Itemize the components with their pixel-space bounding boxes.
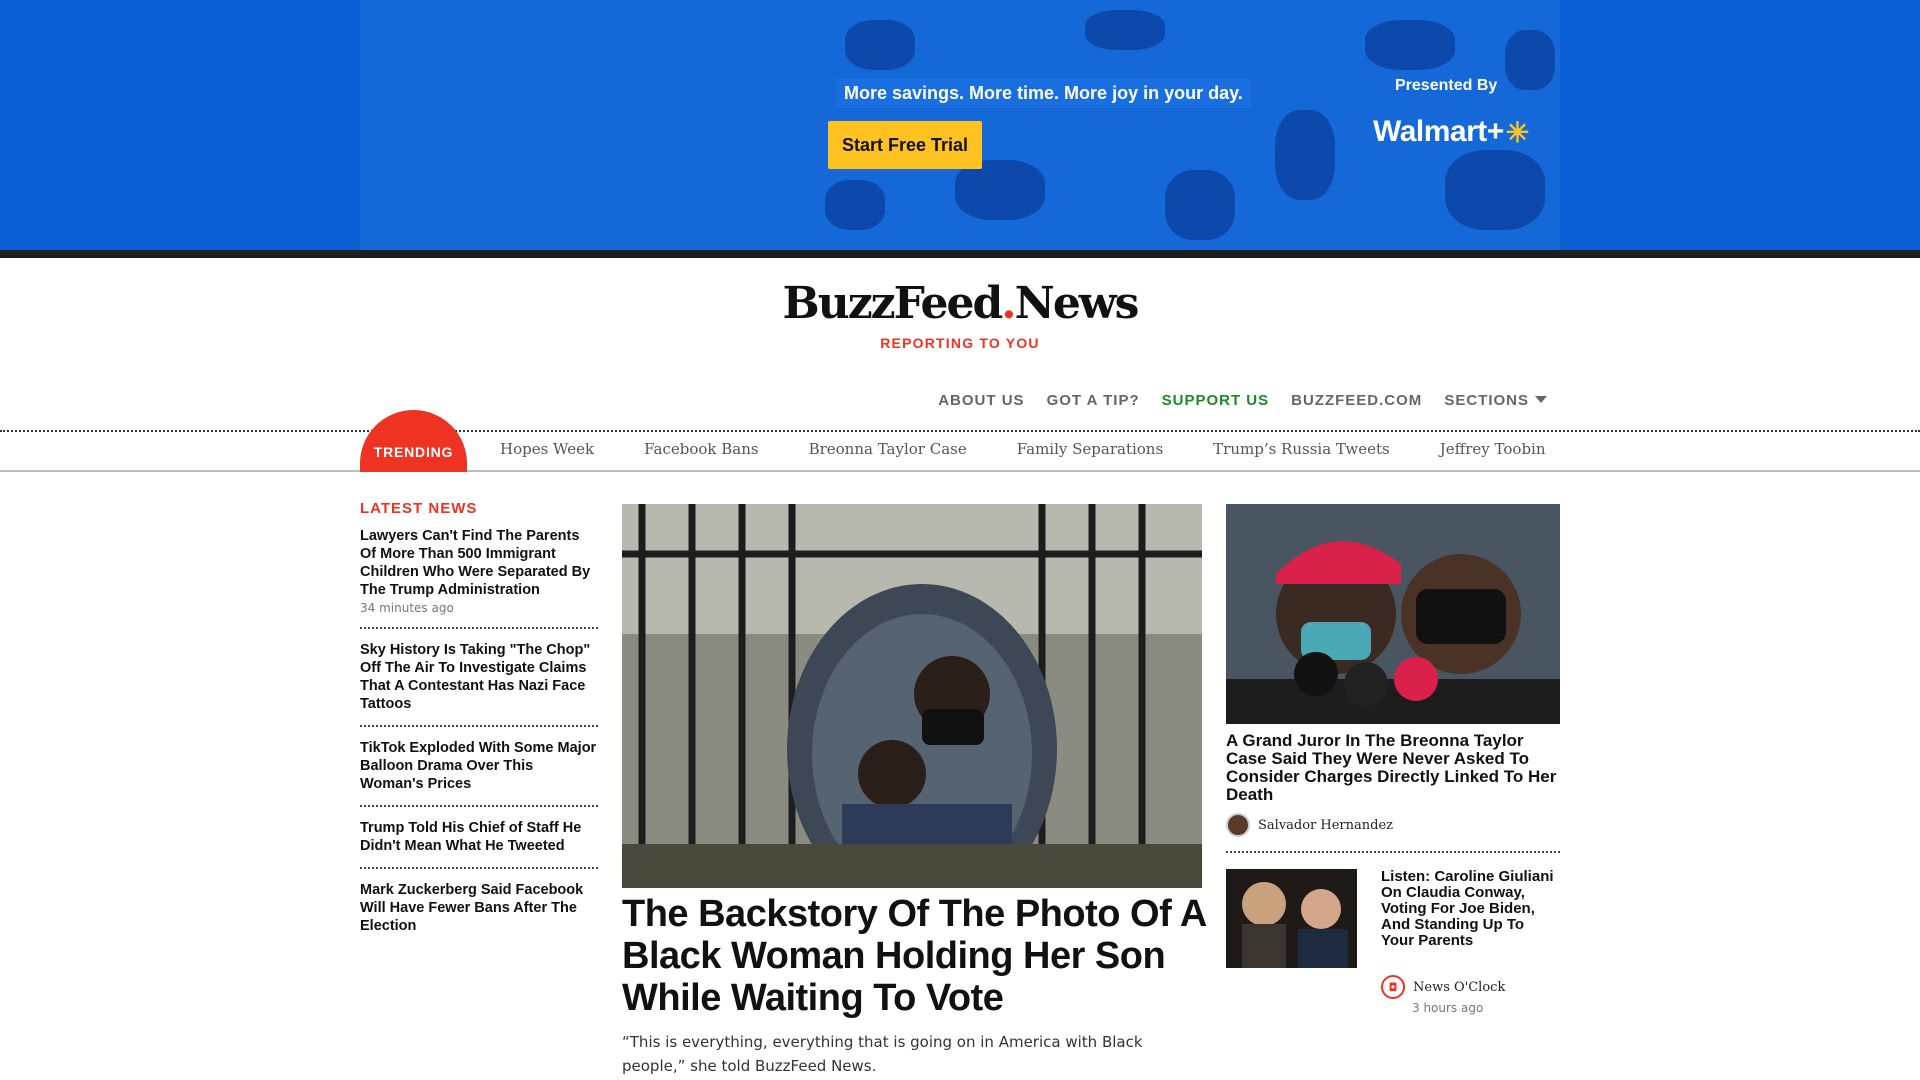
top-nav: ABOUT US GOT A TIP? SUPPORT US BUZZFEED.… [938,392,1547,409]
buzzfeed-news-logo[interactable]: BuzzFeed.News [0,278,1920,329]
timestamp: 34 minutes ago [360,601,454,615]
list-item: TikTok Exploded With Some Major Balloon … [360,739,598,807]
logo-news: News [1014,278,1140,329]
trending-label: TRENDING [360,410,467,472]
latest-news-heading: LATEST NEWS [360,500,478,517]
timestamp: 3 hours ago [1412,1001,1484,1015]
source-byline[interactable]: ◘ News O'Clock [1381,975,1505,999]
list-item: Trump Told His Chief of Staff He Didn't … [360,819,598,869]
start-free-trial-button[interactable]: Start Free Trial [828,121,982,169]
giuliani-photo-illustration [1226,869,1357,968]
latest-news-link[interactable]: Trump Told His Chief of Staff He Didn't … [360,819,598,855]
breonna-story-image[interactable] [1226,504,1560,724]
list-item: Mark Zuckerberg Said Facebook Will Have … [360,881,598,947]
nav-support-us[interactable]: SUPPORT US [1162,392,1270,409]
trending-link[interactable]: Trump’s Russia Tweets [1213,440,1390,458]
latest-news-link[interactable]: TikTok Exploded With Some Major Balloon … [360,739,598,793]
walmart-plus-logo[interactable]: Walmart+ ✳ [1373,115,1529,149]
ad-banner[interactable]: More savings. More time. More joy in you… [0,0,1920,250]
latest-news-link[interactable]: Lawyers Can't Find The Parents Of More T… [360,527,598,599]
news-oclock-logo-icon: ◘ [1381,975,1405,999]
author-name: Salvador Hernandez [1258,817,1394,833]
nav-sections[interactable]: SECTIONS [1444,392,1547,409]
trending-link[interactable]: Hopes Week [500,440,594,458]
giuliani-story-image[interactable] [1226,869,1357,968]
list-item: Sky History Is Taking "The Chop" Off The… [360,641,598,727]
trending-link[interactable]: Breonna Taylor Case [809,440,967,458]
hero-photo-illustration [622,504,1202,888]
source-name: News O'Clock [1413,979,1506,995]
breonna-story-headline[interactable]: A Grand Juror In The Breonna Taylor Case… [1226,732,1566,804]
list-item: Lawyers Can't Find The Parents Of More T… [360,527,598,629]
trending-link[interactable]: Family Separations [1017,440,1163,458]
latest-news-link[interactable]: Sky History Is Taking "The Chop" Off The… [360,641,598,713]
ad-presented-by: Presented By [1395,77,1498,94]
avatar [1226,813,1250,837]
nav-about-us[interactable]: ABOUT US [938,392,1024,409]
nav-got-a-tip[interactable]: GOT A TIP? [1047,392,1140,409]
walmart-plus-wordmark: Walmart+ [1373,115,1504,148]
chevron-down-icon [1535,396,1547,403]
logo-buzzfeed: BuzzFeed [782,278,1004,329]
trending-link[interactable]: Jeffrey Toobin [1440,440,1546,458]
hero-dek: “This is everything, everything that is … [622,1033,1143,1075]
site-tagline: REPORTING TO YOU [880,335,1040,351]
hero-image[interactable] [622,504,1202,888]
breonna-photo-illustration [1226,504,1560,724]
logo-dot: . [1001,278,1016,329]
spark-icon: ✳ [1505,116,1529,148]
giuliani-story-headline[interactable]: Listen: Caroline Giuliani On Claudia Con… [1381,869,1556,949]
divider [1226,851,1560,853]
trending-link[interactable]: Facebook Bans [644,440,758,458]
latest-news-link[interactable]: Mark Zuckerberg Said Facebook Will Have … [360,881,598,935]
nav-sections-label: SECTIONS [1444,392,1529,409]
latest-news: LATEST NEWS Lawyers Can't Find The Paren… [360,500,598,959]
nav-buzzfeed-com[interactable]: BUZZFEED.COM [1291,392,1422,409]
ad-bottom-bar [0,250,1920,258]
trending-links: Hopes Week Facebook Bans Breonna Taylor … [500,440,1546,458]
hero-headline[interactable]: The Backstory Of The Photo Of A Black Wo… [622,893,1212,1019]
ad-tagline: More savings. More time. More joy in you… [836,78,1251,108]
byline[interactable]: Salvador Hernandez [1226,813,1393,837]
